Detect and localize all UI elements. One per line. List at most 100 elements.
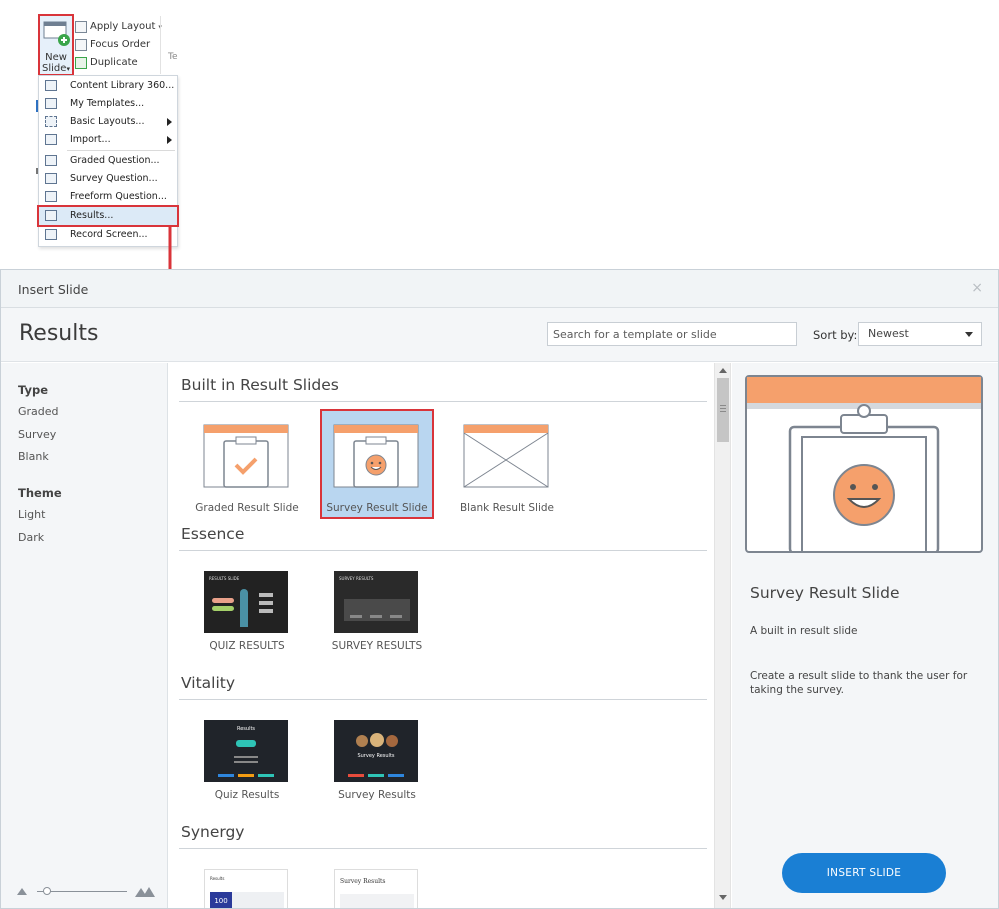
sort-select[interactable]: Newest xyxy=(858,322,982,346)
zoom-out-icon[interactable] xyxy=(17,888,27,895)
menu-item-freeform-question[interactable]: Freeform Question... xyxy=(39,188,177,206)
new-slide-button[interactable]: New Slide▾ xyxy=(38,14,74,76)
tile-caption: Survey Result Slide xyxy=(326,502,428,514)
tile-blank-result-slide[interactable]: Blank Result Slide xyxy=(452,415,562,515)
ribbon-group-label: Te xyxy=(168,52,178,62)
record-screen-icon xyxy=(45,229,57,240)
close-icon[interactable]: × xyxy=(971,280,983,296)
thumb-photo xyxy=(370,733,384,747)
tile-caption: Quiz Results xyxy=(214,789,280,801)
duplicate-button[interactable]: Duplicate xyxy=(75,54,138,72)
menu-item-survey-question[interactable]: Survey Question... xyxy=(39,170,177,188)
grip-line xyxy=(720,411,726,412)
zoom-in-icon[interactable] xyxy=(135,885,155,897)
section-title-vitality: Vitality xyxy=(181,674,236,692)
filter-option-dark[interactable]: Dark xyxy=(18,531,44,544)
tile-caption: QUIZ RESULTS xyxy=(209,640,285,652)
tile-caption: SURVEY RESULTS xyxy=(331,640,423,652)
vitality-quiz-thumbnail: Results xyxy=(204,720,288,782)
thumb-bar xyxy=(390,615,402,618)
thumb-photo xyxy=(356,735,368,747)
thumb-bar xyxy=(348,774,364,777)
menu-item-results[interactable]: Results... xyxy=(37,205,179,227)
tile-essence-quiz-results[interactable]: RESULTS SLIDE QUIZ RESULTS xyxy=(192,565,302,665)
insert-slide-dialog: Insert Slide × Results Sort by: Newest T… xyxy=(0,269,999,909)
graded-question-icon xyxy=(45,155,57,166)
section-title-synergy: Synergy xyxy=(181,823,245,841)
tile-caption: Graded Result Slide xyxy=(195,502,299,514)
search-input[interactable] xyxy=(547,322,797,346)
zoom-thumb[interactable] xyxy=(43,887,51,895)
menu-item-label: Survey Question... xyxy=(70,173,158,184)
thumb-person xyxy=(240,589,248,627)
thumb-bar xyxy=(212,606,234,611)
focus-order-button[interactable]: Focus Order xyxy=(75,36,150,54)
section-divider xyxy=(179,848,707,849)
section-divider xyxy=(179,550,707,551)
menu-item-label: Basic Layouts... xyxy=(70,116,145,127)
menu-item-basic-layouts[interactable]: Basic Layouts... xyxy=(39,113,177,131)
thumb-bar xyxy=(259,593,273,597)
menu-item-label: Record Screen... xyxy=(70,229,148,240)
menu-item-label: Graded Question... xyxy=(70,155,160,166)
menu-item-record-screen[interactable]: Record Screen... xyxy=(39,226,177,244)
tile-synergy-survey-results[interactable]: Survey Results xyxy=(322,863,432,908)
insert-slide-button[interactable]: INSERT SLIDE xyxy=(782,853,946,893)
scroll-thumb[interactable] xyxy=(717,378,729,442)
scroll-up-icon[interactable] xyxy=(719,368,727,373)
thumb-bar xyxy=(368,774,384,777)
layout-icon xyxy=(75,21,87,33)
dialog-titlebar: Insert Slide × xyxy=(1,270,998,308)
results-icon xyxy=(45,210,57,221)
menu-item-label: Freeform Question... xyxy=(70,191,167,202)
tile-vitality-quiz-results[interactable]: Results Quiz Results xyxy=(192,714,302,814)
chevron-down-icon xyxy=(965,332,973,337)
apply-layout-button[interactable]: Apply Layout ▾ xyxy=(75,18,162,36)
filter-option-blank[interactable]: Blank xyxy=(18,450,49,463)
sort-value: Newest xyxy=(868,327,909,340)
vitality-survey-thumbnail: Survey Results xyxy=(334,720,418,782)
thumb-bar xyxy=(212,598,234,603)
tile-synergy-quiz-results[interactable]: Results 100 xyxy=(192,863,302,908)
ribbon-area: New Slide▾ Apply Layout ▾ Focus Order Du… xyxy=(0,0,999,298)
filter-option-light[interactable]: Light xyxy=(18,508,45,521)
menu-item-my-templates[interactable]: My Templates... xyxy=(39,95,177,113)
scroll-down-icon[interactable] xyxy=(719,895,727,900)
filter-option-graded[interactable]: Graded xyxy=(18,405,59,418)
graded-result-thumbnail xyxy=(203,424,289,488)
menu-item-graded-question[interactable]: Graded Question... xyxy=(39,152,177,170)
tile-survey-result-slide[interactable]: Survey Result Slide xyxy=(322,415,432,515)
grip-line xyxy=(720,408,726,409)
section-title-built-in: Built in Result Slides xyxy=(181,376,339,394)
section-divider xyxy=(179,699,707,700)
menu-item-content-library[interactable]: Content Library 360... xyxy=(39,77,177,95)
menu-item-import[interactable]: Import... xyxy=(39,131,177,149)
focus-order-icon xyxy=(75,39,87,51)
content-scrollbar[interactable] xyxy=(714,363,731,908)
essence-survey-thumbnail: SURVEY RESULTS xyxy=(334,571,418,633)
duplicate-label: Duplicate xyxy=(90,57,138,68)
grip-line xyxy=(720,405,726,406)
essence-quiz-thumbnail: RESULTS SLIDE xyxy=(204,571,288,633)
tile-graded-result-slide[interactable]: Graded Result Slide xyxy=(192,415,302,515)
focus-order-label: Focus Order xyxy=(90,39,151,50)
thumb-bar xyxy=(258,774,274,777)
thumb-bar xyxy=(234,756,258,758)
filter-option-survey[interactable]: Survey xyxy=(18,428,56,441)
section-title-essence: Essence xyxy=(181,525,245,543)
thumb-panel xyxy=(340,894,414,908)
tile-vitality-survey-results[interactable]: Survey Results Survey Results xyxy=(322,714,432,814)
tile-caption: Survey Results xyxy=(338,789,416,801)
synergy-survey-thumbnail: Survey Results xyxy=(334,869,418,908)
thumb-bar xyxy=(259,609,273,613)
content-library-icon xyxy=(45,80,57,91)
thumb-bar xyxy=(234,761,258,763)
thumb-bar xyxy=(238,774,254,777)
import-icon xyxy=(45,134,57,145)
filter-sidebar: Type Graded Survey Blank Theme Light Dar… xyxy=(1,363,168,908)
tile-essence-survey-results[interactable]: SURVEY RESULTS SURVEY RESULTS xyxy=(322,565,432,665)
blank-result-thumbnail xyxy=(463,424,549,488)
survey-result-thumbnail xyxy=(333,424,419,488)
thumb-title: Survey Results xyxy=(357,753,395,759)
thumbnail-zoom-slider[interactable] xyxy=(17,885,157,899)
